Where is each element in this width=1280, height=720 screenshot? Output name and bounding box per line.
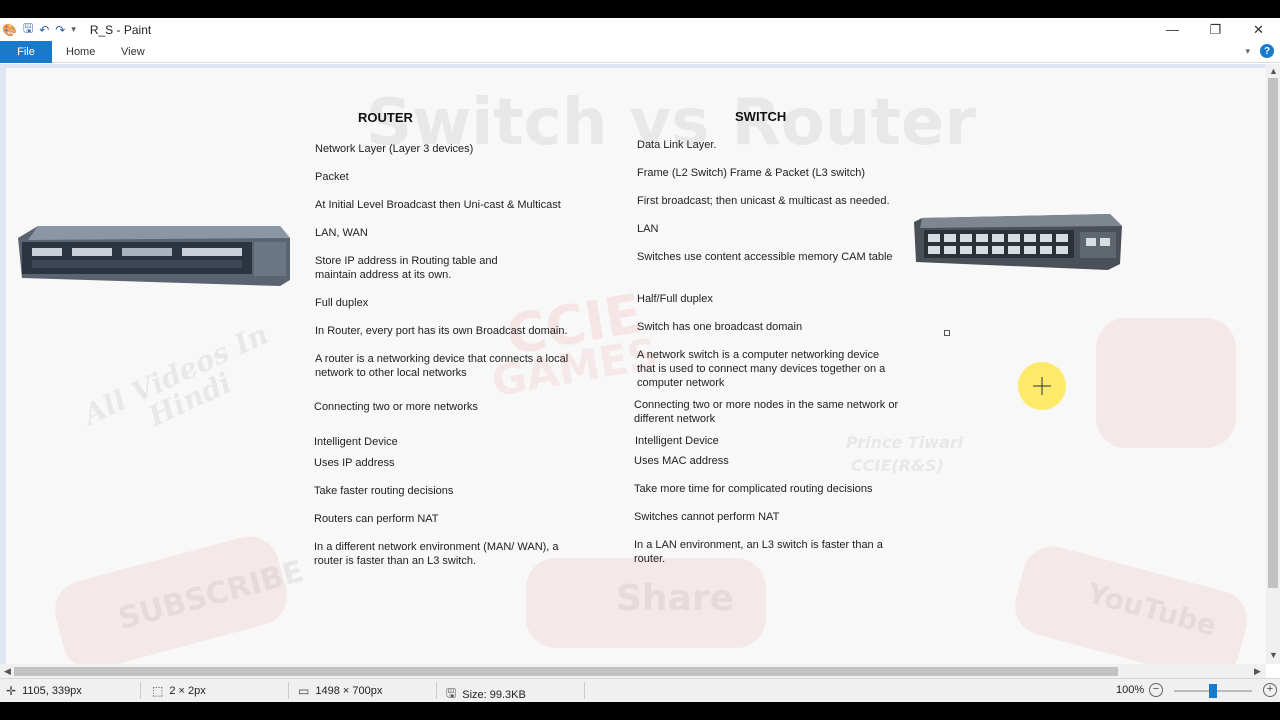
- horizontal-scrollbar[interactable]: ◀ ▶: [0, 664, 1266, 678]
- tab-file[interactable]: File: [0, 41, 52, 63]
- switch-row: Connecting two or more nodes in the same…: [634, 399, 899, 425]
- redo-icon[interactable]: ↷: [55, 23, 65, 37]
- minimize-button[interactable]: —: [1151, 18, 1194, 41]
- title-bar: 🎨 🖫 ↶ ↷ ▾ R_S - Paint — ❐ ✕: [0, 18, 1280, 41]
- switch-heading: SWITCH: [735, 109, 787, 124]
- zoom-out-button[interactable]: −: [1149, 683, 1163, 697]
- switch-row: Switches cannot perform NAT: [634, 511, 780, 523]
- ribbon-collapse-icon[interactable]: ▾: [1245, 46, 1250, 57]
- switch-row: LAN: [637, 223, 659, 235]
- scroll-left-icon[interactable]: ◀: [4, 666, 11, 677]
- customize-icon[interactable]: ▾: [71, 24, 76, 35]
- scroll-up-icon[interactable]: ▲: [1269, 66, 1278, 76]
- canvas[interactable]: Switch vs Router CCIE GAMES All Videos I…: [6, 68, 1266, 664]
- router-row: Take faster routing decisions: [314, 485, 454, 497]
- scroll-down-icon[interactable]: ▼: [1269, 650, 1278, 660]
- maximize-button[interactable]: ❐: [1194, 18, 1237, 41]
- window-title: R_S - Paint: [89, 22, 152, 37]
- paint-icon[interactable]: 🎨: [2, 23, 17, 37]
- router-row: Full duplex: [315, 297, 369, 309]
- image-size: 1498 × 700px: [315, 685, 383, 697]
- image-size-icon: ▭: [298, 684, 310, 698]
- watermark-share: Share: [616, 578, 735, 619]
- switch-row: Take more time for complicated routing d…: [634, 483, 873, 495]
- switch-image: [914, 214, 1122, 270]
- router-row: At Initial Level Broadcast then Uni-cast…: [315, 199, 561, 211]
- vertical-scrollbar[interactable]: ▲ ▼: [1266, 64, 1280, 664]
- switch-row: Intelligent Device: [635, 435, 719, 447]
- horizontal-scroll-thumb[interactable]: [14, 667, 1118, 676]
- switch-row: A network switch is a computer networkin…: [637, 349, 886, 389]
- router-row: Uses IP address: [314, 457, 395, 469]
- switch-row: Half/Full duplex: [637, 293, 713, 305]
- vertical-scroll-thumb[interactable]: [1268, 78, 1278, 588]
- switch-row: First broadcast; then unicast & multicas…: [637, 195, 890, 207]
- router-row: Routers can perform NAT: [314, 513, 439, 525]
- switch-row: Switches use content accessible memory C…: [637, 251, 893, 263]
- router-row: Store IP address in Routing table and ma…: [315, 255, 498, 281]
- zoom-level: 100%: [1116, 684, 1145, 696]
- router-row: LAN, WAN: [315, 227, 368, 239]
- close-button[interactable]: ✕: [1237, 18, 1280, 41]
- selection-handle[interactable]: [944, 330, 950, 336]
- cursor-position: 1105, 339px: [22, 685, 82, 697]
- quick-access-toolbar: 🎨 🖫 ↶ ↷ ▾: [0, 18, 82, 41]
- switch-row: Frame (L2 Switch) Frame & Packet (L3 swi…: [637, 167, 866, 179]
- selection-size: 2 × 2px: [169, 685, 206, 697]
- tab-home[interactable]: Home: [66, 41, 95, 63]
- undo-icon[interactable]: ↶: [39, 23, 49, 37]
- crosshair-cursor-icon: [1033, 377, 1051, 395]
- router-row: Connecting two or more networks: [314, 401, 478, 413]
- switch-row: Switch has one broadcast domain: [637, 321, 803, 333]
- switch-row: In a LAN environment, an L3 switch is fa…: [634, 539, 883, 565]
- router-row: In Router, every port has its own Broadc…: [315, 325, 568, 337]
- switch-row: Uses MAC address: [634, 455, 729, 467]
- ribbon-tabs: File Home View ▾ ?: [0, 41, 1280, 63]
- watermark-ccie-rs: CCIE(R&S): [851, 456, 944, 475]
- scroll-right-icon[interactable]: ▶: [1254, 666, 1261, 677]
- router-image: [18, 226, 290, 286]
- watermark-bell-shape: [1096, 318, 1236, 448]
- router-row: In a different network environment (MAN/…: [314, 541, 559, 567]
- zoom-in-button[interactable]: +: [1263, 683, 1277, 697]
- cursor-position-icon: ✛: [6, 684, 17, 698]
- paint-window: 🎨 🖫 ↶ ↷ ▾ R_S - Paint — ❐ ✕ File Home Vi…: [0, 18, 1280, 702]
- tab-view[interactable]: View: [121, 41, 145, 63]
- save-icon[interactable]: 🖫: [23, 19, 33, 40]
- router-row: Network Layer (Layer 3 devices): [315, 143, 474, 155]
- router-row: Packet: [315, 171, 349, 183]
- workspace: Switch vs Router CCIE GAMES All Videos I…: [0, 64, 1266, 664]
- router-heading: ROUTER: [358, 110, 413, 125]
- router-row: Intelligent Device: [314, 436, 398, 448]
- file-size-icon: 🖫: [446, 686, 457, 700]
- zoom-slider-thumb[interactable]: [1209, 684, 1217, 698]
- selection-size-icon: ⬚: [152, 684, 164, 698]
- watermark-prince: Prince Tiwari: [846, 433, 964, 452]
- file-size: Size: 99.3KB: [462, 688, 526, 701]
- router-row: A router is a networking device that con…: [315, 353, 569, 379]
- switch-row: Data Link Layer.: [637, 139, 717, 151]
- status-bar: ✛ 1105, 339px ⬚ 2 × 2px ▭ 1498 × 700px 🖫…: [0, 678, 1280, 702]
- help-icon[interactable]: ?: [1260, 44, 1274, 58]
